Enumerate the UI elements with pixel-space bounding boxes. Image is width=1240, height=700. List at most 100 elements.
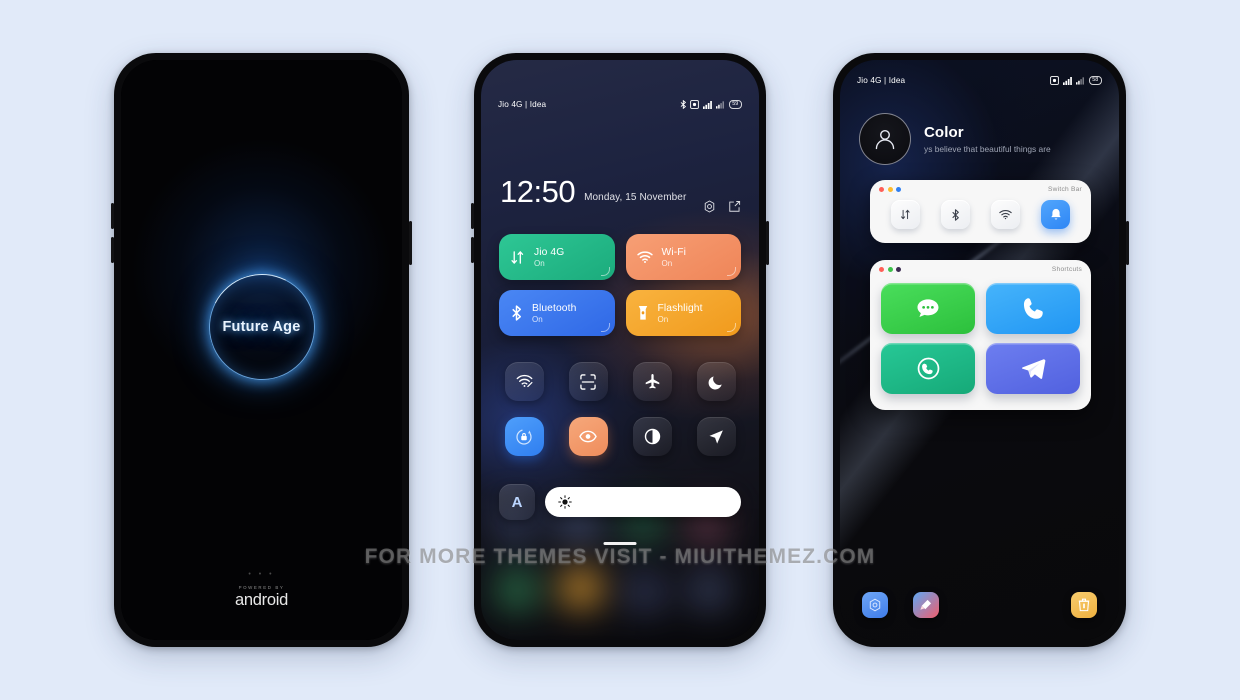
signal-bars-sim1-icon: [702, 101, 712, 109]
shortcut-grid: [870, 278, 1091, 405]
toggle-invert-colors[interactable]: [632, 417, 672, 456]
battery-indicator: 58: [1088, 76, 1102, 85]
tile-expand-corner[interactable]: [600, 323, 610, 332]
volume-down-button[interactable]: [471, 237, 474, 263]
tile-label: Bluetooth: [532, 302, 577, 314]
toggle-scan-qr[interactable]: [568, 362, 608, 401]
volume-up-button[interactable]: [111, 203, 114, 229]
widget-title: Shortcuts: [1051, 265, 1082, 273]
widget-titlebar: Switch Bar: [870, 180, 1091, 198]
flashlight-icon: [638, 305, 647, 320]
switch-mobile-data[interactable]: [890, 200, 920, 229]
splash-logo: Future Age: [194, 260, 329, 394]
tile-bluetooth[interactable]: Bluetooth On: [499, 290, 615, 336]
auto-rotate-icon: [516, 428, 532, 445]
wallpaper-showcase: Future Age • • • POWERED BY android Jio …: [0, 0, 1240, 700]
clock-actions: [703, 200, 741, 213]
widget-title: Switch Bar: [1047, 185, 1082, 193]
tile-label: Wi-Fi: [661, 246, 687, 258]
shortcuts-widget[interactable]: Shortcuts: [870, 260, 1091, 410]
tile-wifi[interactable]: Wi-Fi On: [625, 234, 741, 280]
signal-bars-sim2-icon: [1076, 77, 1085, 85]
tile-mobile-data[interactable]: Jio 4G On: [499, 234, 615, 280]
status-bar: Jio 4G | Idea: [840, 76, 1119, 85]
power-button[interactable]: [1126, 221, 1129, 265]
switch-wifi[interactable]: [991, 200, 1021, 229]
phone-1-screen: Future Age • • • POWERED BY android: [121, 60, 402, 640]
dot-red: [879, 266, 884, 272]
brand-label: Future Age: [222, 319, 301, 335]
tile-expand-corner[interactable]: [727, 267, 736, 276]
clock-block: 12:50 Monday, 15 November: [500, 174, 687, 209]
avatar[interactable]: [859, 113, 911, 165]
tile-state: On: [534, 258, 545, 268]
edit-icon[interactable]: [728, 200, 741, 213]
toggle-airplane-mode[interactable]: [632, 362, 672, 401]
wifi-icon: [636, 251, 653, 263]
switch-ringer[interactable]: [1041, 200, 1071, 229]
mobile-data-icon: [511, 250, 524, 264]
clock-date: Monday, 15 November: [584, 191, 687, 203]
clock-time: 12:50: [500, 174, 576, 209]
status-icons: 58: [1050, 76, 1102, 85]
carrier-label: Jio 4G | Idea: [498, 100, 547, 109]
toggle-hotspot[interactable]: [504, 362, 544, 401]
brightness-slider[interactable]: [545, 487, 741, 517]
scan-qr-icon: [580, 373, 596, 390]
signal-bars-sim2-icon: [716, 101, 725, 109]
dock-themes[interactable]: [913, 592, 939, 618]
volume-up-button[interactable]: [471, 203, 474, 229]
shortcut-telegram[interactable]: [986, 343, 1080, 394]
toggle-dark-mode[interactable]: [696, 362, 736, 401]
airplane-mode-icon: [645, 373, 659, 389]
phone-2-screen: Jio 4G | Idea 59 12:50 Monday, 15 Novemb…: [481, 60, 759, 640]
dot-purple: [896, 266, 901, 272]
profile-quote: ys believe that beautiful things are: [924, 144, 1051, 154]
phone-1-frame: Future Age • • • POWERED BY android: [111, 53, 412, 647]
tile-state: On: [532, 314, 543, 324]
invert-colors-icon: [644, 428, 660, 445]
tile-label: Flashlight: [657, 302, 703, 314]
brightness-sun-icon: [558, 495, 572, 509]
cleaner-icon: [1078, 598, 1090, 612]
toggle-reading-mode[interactable]: [568, 417, 608, 456]
screenshot-icon: [690, 100, 699, 109]
dock-settings[interactable]: [862, 592, 888, 618]
volume-down-button[interactable]: [111, 237, 114, 263]
tile-state: On: [661, 258, 673, 268]
settings-icon: [869, 598, 881, 612]
phone-2-frame: Jio 4G | Idea 59 12:50 Monday, 15 Novemb…: [471, 53, 769, 647]
tile-expand-corner[interactable]: [600, 267, 610, 276]
settings-gear-icon[interactable]: [703, 200, 716, 213]
dot-yellow: [887, 186, 893, 192]
shortcut-phone[interactable]: [986, 283, 1080, 334]
power-button[interactable]: [766, 221, 769, 265]
switch-bluetooth[interactable]: [940, 200, 970, 229]
mobile-data-icon: [900, 209, 910, 220]
dock-cleaner[interactable]: [1071, 592, 1097, 618]
tile-expand-corner[interactable]: [727, 323, 736, 332]
toggle-auto-rotate[interactable]: [504, 417, 544, 456]
location-icon: [709, 429, 723, 444]
profile-text: Color ys believe that beautiful things a…: [924, 124, 1051, 154]
telegram-icon: [1021, 359, 1045, 379]
dot-green: [887, 266, 893, 272]
tile-flashlight[interactable]: Flashlight On: [625, 290, 741, 336]
shortcut-messages[interactable]: [881, 283, 975, 334]
dock: [840, 592, 1119, 618]
profile-name: Color: [924, 124, 964, 141]
tile-label: Jio 4G: [534, 246, 565, 258]
profile-card[interactable]: Color ys believe that beautiful things a…: [859, 113, 1051, 165]
shortcut-whatsapp[interactable]: [881, 343, 975, 394]
powered-by-label: POWERED BY: [238, 585, 285, 590]
toggle-location[interactable]: [696, 417, 736, 456]
switch-bar-widget[interactable]: Switch Bar: [870, 180, 1091, 243]
hotspot-icon: [516, 374, 532, 388]
auto-brightness-button[interactable]: A: [499, 484, 535, 520]
power-button[interactable]: [409, 221, 412, 265]
whatsapp-icon: [917, 357, 939, 380]
widget-titlebar: Shortcuts: [870, 260, 1091, 278]
secondary-toggle-grid: [499, 362, 741, 456]
window-dots: [879, 186, 901, 192]
home-indicator[interactable]: [603, 542, 637, 545]
